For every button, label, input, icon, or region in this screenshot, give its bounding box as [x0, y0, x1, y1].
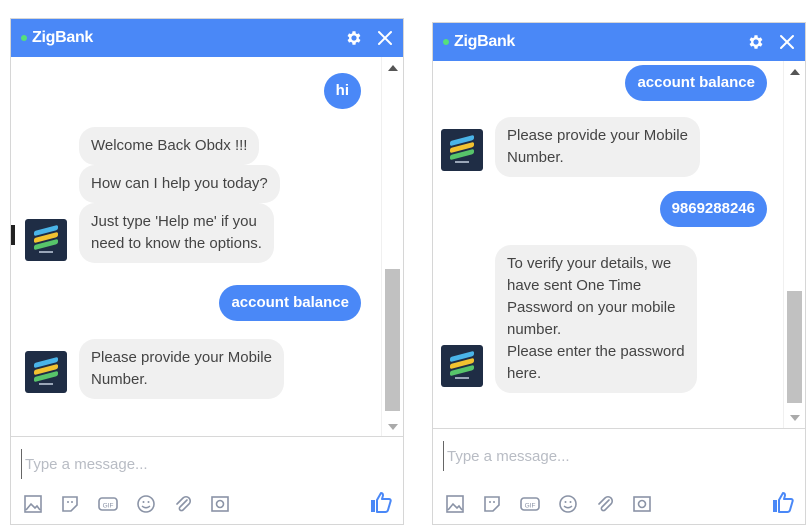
bot-avatar — [25, 219, 67, 261]
bot-avatar — [441, 129, 483, 171]
close-icon[interactable] — [779, 34, 795, 50]
bot-avatar — [25, 351, 67, 393]
online-dot-icon — [21, 35, 27, 41]
thumbs-up-icon[interactable] — [369, 490, 393, 514]
composer-tools: GIF — [23, 494, 247, 514]
scroll-down-icon[interactable] — [388, 424, 398, 430]
chat-header: ZigBank — [11, 19, 403, 57]
user-message: account balance — [219, 285, 361, 321]
composer: GIF — [11, 436, 403, 524]
message-text: 9869288246 — [671, 200, 755, 217]
attachment-icon[interactable] — [595, 494, 615, 514]
user-message: 9869288246 — [659, 191, 767, 227]
scroll-up-icon[interactable] — [388, 65, 398, 71]
bot-message: Please provide your Mobile Number. — [495, 117, 700, 177]
svg-text:GIF: GIF — [103, 503, 114, 510]
camera-icon[interactable] — [632, 494, 652, 514]
user-message: hi — [323, 73, 361, 109]
message-text: How can I help you today? — [91, 175, 268, 192]
sticker-icon[interactable] — [60, 494, 80, 514]
message-input[interactable] — [443, 441, 785, 471]
emoji-icon[interactable] — [136, 494, 156, 514]
sticker-icon[interactable] — [482, 494, 502, 514]
scrollbar[interactable] — [381, 57, 403, 438]
message-list: account balance Please provide your Mobi… — [433, 61, 805, 429]
message-text: account balance — [231, 294, 349, 311]
message-text: To verify your details, we have sent One… — [507, 255, 685, 382]
bot-message: Welcome Back Obdx !!! — [79, 127, 260, 165]
scrollbar[interactable] — [783, 61, 805, 429]
chat-widget-2: ZigBank account balance Please provide y… — [432, 22, 806, 525]
scroll-thumb[interactable] — [787, 291, 802, 403]
attachment-icon[interactable] — [173, 494, 193, 514]
message-input[interactable] — [21, 449, 383, 479]
chat-title: ZigBank — [454, 33, 516, 50]
chat-header: ZigBank — [433, 23, 805, 61]
gear-icon[interactable] — [747, 33, 765, 51]
image-icon[interactable] — [23, 494, 43, 514]
scroll-thumb[interactable] — [385, 269, 400, 411]
bot-message: Please provide your Mobile Number. — [79, 339, 284, 399]
composer-tools: GIF — [445, 494, 669, 514]
scroll-down-icon[interactable] — [790, 415, 800, 421]
message-list: hi Welcome Back Obdx !!! How can I help … — [11, 57, 403, 438]
edge-marker — [11, 225, 15, 245]
bot-message: Just type 'Help me' if you need to know … — [79, 203, 274, 263]
message-text: Welcome Back Obdx !!! — [91, 137, 248, 154]
message-text: Just type 'Help me' if you need to know … — [91, 213, 262, 252]
composer: GIF — [433, 428, 805, 524]
close-icon[interactable] — [377, 30, 393, 46]
svg-text:GIF: GIF — [525, 503, 536, 510]
bot-message: How can I help you today? — [79, 165, 280, 203]
camera-icon[interactable] — [210, 494, 230, 514]
image-icon[interactable] — [445, 494, 465, 514]
message-text: account balance — [637, 74, 755, 91]
bot-message: To verify your details, we have sent One… — [495, 245, 697, 393]
bot-avatar — [441, 345, 483, 387]
message-text: hi — [335, 82, 349, 99]
thumbs-up-icon[interactable] — [771, 490, 795, 514]
emoji-icon[interactable] — [558, 494, 578, 514]
user-message: account balance — [625, 65, 767, 101]
online-dot-icon — [443, 39, 449, 45]
gear-icon[interactable] — [345, 29, 363, 47]
gif-icon[interactable]: GIF — [519, 494, 541, 514]
scroll-up-icon[interactable] — [790, 69, 800, 75]
chat-widget-1: ZigBank hi Welcome Back Obdx !!! How can… — [10, 18, 404, 525]
gif-icon[interactable]: GIF — [97, 494, 119, 514]
message-text: Please provide your Mobile Number. — [507, 127, 688, 166]
message-text: Please provide your Mobile Number. — [91, 349, 272, 388]
chat-title: ZigBank — [32, 29, 94, 46]
